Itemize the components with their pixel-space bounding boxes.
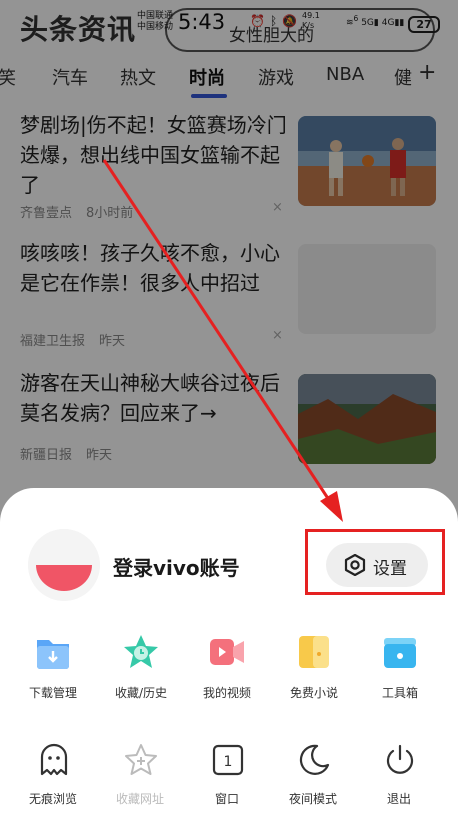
menu-item-label: 我的视频: [202, 686, 251, 700]
menu-item-label: 夜间模式: [288, 792, 337, 806]
star-clock-icon: [123, 634, 159, 670]
menu-item-label: 窗口: [214, 792, 239, 806]
ghost-icon: [37, 743, 71, 777]
toolbox-icon: [382, 634, 418, 670]
menu-item-label: 下载管理: [28, 686, 77, 700]
moon-icon: [297, 743, 331, 777]
menu-item-label: 收藏网址: [115, 792, 164, 806]
window-count: 1: [224, 754, 233, 770]
video-camera-icon: [209, 634, 245, 670]
window-count-icon: 1: [211, 743, 245, 777]
login-link[interactable]: 登录vivo账号: [113, 552, 240, 581]
menu-item-label: 收藏/历史: [114, 686, 168, 700]
menu-item-label: 退出: [386, 792, 411, 806]
download-folder-icon: [35, 634, 71, 670]
menu-item-label: 工具箱: [381, 686, 418, 700]
add-bookmark-star-icon: [124, 743, 158, 777]
power-icon: [383, 743, 417, 777]
menu-item-label: 免费小说: [289, 686, 338, 700]
annotation-highlight-box: [305, 529, 445, 595]
menu-item-label: 无痕浏览: [28, 792, 77, 806]
user-avatar[interactable]: [28, 529, 100, 601]
book-icon: [296, 634, 332, 670]
